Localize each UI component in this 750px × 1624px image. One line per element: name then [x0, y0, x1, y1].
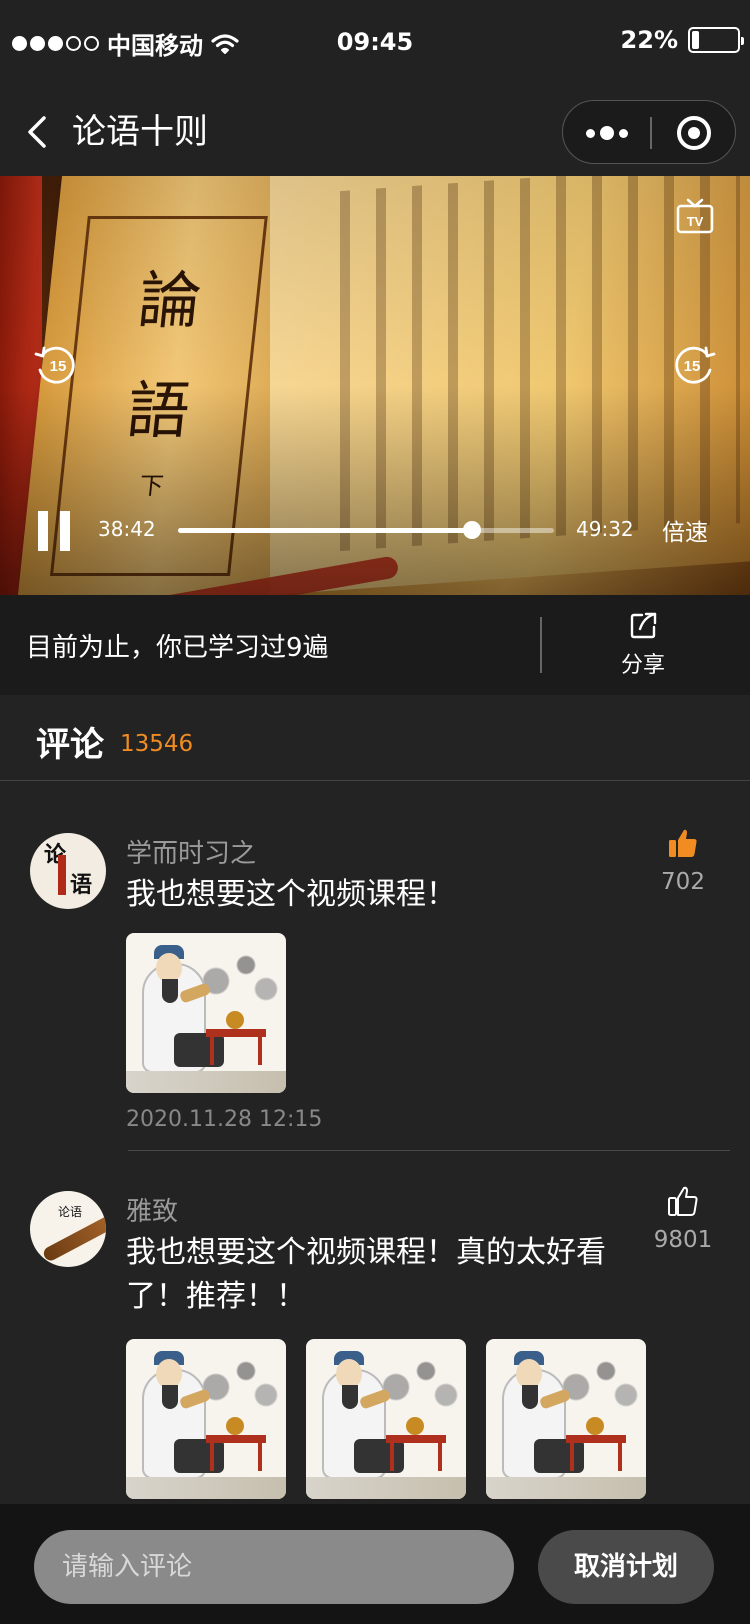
- avatar[interactable]: 论 语: [30, 833, 106, 909]
- comment-image[interactable]: [306, 1339, 466, 1499]
- study-bar: 目前为止，你已学习过9遍 分享: [0, 595, 750, 695]
- close-button[interactable]: [650, 101, 737, 165]
- comment-text: 我也想要这个视频课程！真的太好看了！推荐！！: [126, 1235, 606, 1314]
- progress-bar[interactable]: [178, 521, 554, 539]
- tv-label: TV: [687, 214, 704, 229]
- comment-image[interactable]: [486, 1339, 646, 1499]
- progress-knob[interactable]: [462, 521, 481, 539]
- comments-title: 评论: [36, 725, 104, 765]
- skip-back-seconds: 15: [50, 358, 67, 375]
- share-icon: [630, 612, 657, 639]
- video-controls: 38:42 49:32 倍速: [0, 501, 750, 561]
- status-right: 22%: [620, 26, 744, 54]
- comment-input[interactable]: [34, 1530, 514, 1604]
- comment-username[interactable]: 雅致: [126, 1191, 178, 1228]
- comment-image[interactable]: [126, 933, 286, 1093]
- comment-image[interactable]: [126, 1339, 286, 1499]
- chevron-left-icon: [28, 116, 46, 148]
- comments-header: 评论 13546: [0, 695, 750, 781]
- thumbs-up-outline-icon: [668, 1186, 698, 1216]
- current-time: 38:42: [98, 517, 156, 541]
- target-ring-icon: [676, 116, 711, 150]
- status-bar: 中国移动 09:45 22%: [0, 0, 750, 88]
- video-player[interactable]: 論 語 下 TV 15 15 38:42 49:32 倍速: [0, 176, 750, 595]
- back-button[interactable]: [18, 108, 58, 156]
- comment-username[interactable]: 学而时习之: [126, 833, 256, 870]
- share-label: 分享: [620, 653, 665, 678]
- pause-button[interactable]: [38, 511, 70, 551]
- share-button[interactable]: 分享: [598, 611, 688, 683]
- total-time: 49:32: [576, 517, 634, 541]
- skip-back-15-icon[interactable]: 15: [32, 342, 78, 388]
- page-title: 论语十则: [72, 112, 208, 152]
- comment-time: 2020.11.28 12:15: [126, 1107, 323, 1132]
- comment-text: 我也想要这个视频课程！: [126, 877, 456, 912]
- thumbs-up-filled-icon: [669, 829, 697, 857]
- skip-forward-seconds: 15: [684, 358, 701, 375]
- battery-icon: [688, 27, 744, 53]
- skip-forward-15-icon[interactable]: 15: [672, 342, 718, 388]
- more-button[interactable]: [563, 101, 650, 165]
- comment-item: 论 语 学而时习之 我也想要这个视频课程！ 702 2020.11.28 12:…: [0, 781, 750, 1151]
- like-count: 9801: [653, 1227, 713, 1253]
- mini-program-capsule: [562, 100, 736, 164]
- like-button[interactable]: 702: [648, 827, 718, 895]
- avatar[interactable]: 论语: [30, 1191, 106, 1267]
- battery-percent: 22%: [620, 26, 678, 54]
- bottom-bar: 取消计划: [0, 1504, 750, 1624]
- speed-button[interactable]: 倍速: [662, 513, 708, 547]
- study-count-text: 目前为止，你已学习过9遍: [26, 633, 329, 663]
- comments-count: 13546: [120, 731, 194, 757]
- tv-cast-icon[interactable]: TV: [676, 198, 714, 234]
- comment-item: 论语 雅致 我也想要这个视频课程！真的太好看了！推荐！！ 9801: [0, 1151, 750, 1504]
- like-button[interactable]: 9801: [648, 1185, 718, 1253]
- progress-fill: [178, 528, 472, 533]
- nav-bar: 论语十则: [0, 88, 750, 176]
- study-divider: [540, 617, 542, 673]
- cancel-plan-button[interactable]: 取消计划: [538, 1530, 714, 1604]
- like-count: 702: [661, 869, 705, 895]
